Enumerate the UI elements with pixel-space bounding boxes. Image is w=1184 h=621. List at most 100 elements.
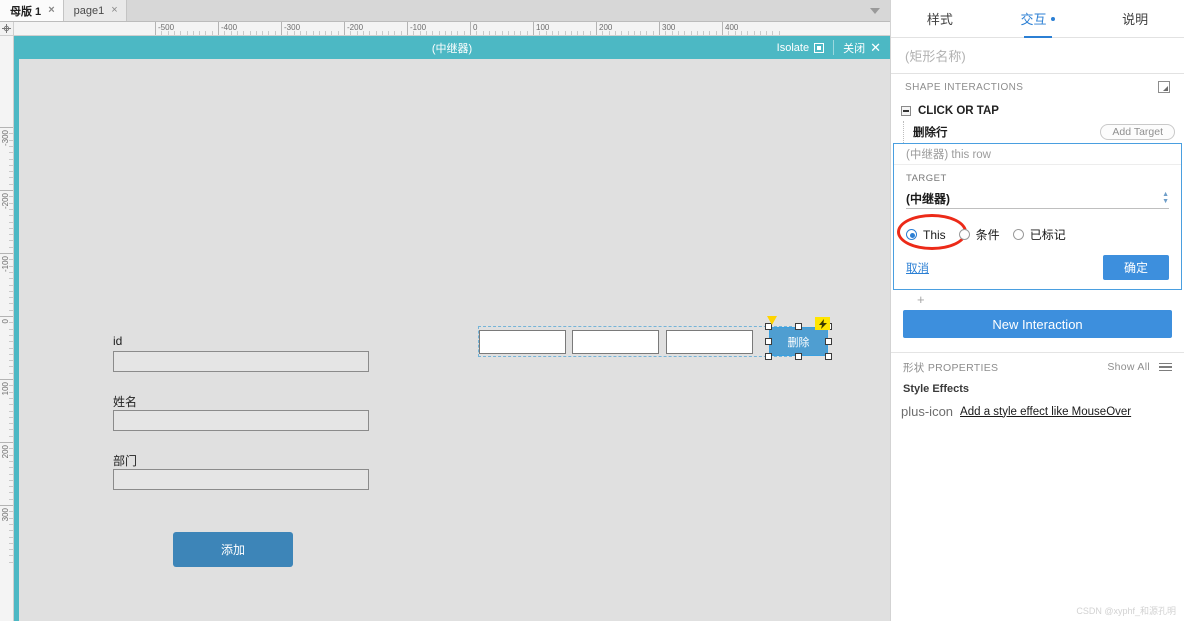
target-summary-text: (中继器) this row (906, 146, 991, 162)
ruler-major-tick (155, 22, 156, 36)
row-scope-radio-group: This 条件 已标记 (906, 226, 1169, 243)
repeater-flag-icon (767, 316, 777, 325)
ruler-major-tick (218, 22, 219, 36)
tab-close-icon[interactable]: × (48, 5, 54, 16)
ruler-major-tick (0, 127, 14, 128)
lightning-bolt-icon[interactable] (815, 317, 830, 330)
radio-condition[interactable]: 条件 (959, 226, 1000, 243)
bolt-glyph (819, 319, 827, 329)
modified-dot-icon (1051, 17, 1055, 21)
radio-this[interactable]: This (906, 228, 946, 242)
action-label: 删除行 (913, 124, 948, 140)
shape-interactions-header: SHAPE INTERACTIONS (891, 74, 1184, 100)
resize-handle-w[interactable] (765, 338, 772, 345)
new-interaction-label: New Interaction (992, 317, 1082, 332)
tab-style[interactable]: 样式 (891, 0, 989, 37)
ruler-label: 100 (536, 23, 549, 32)
collapse-minus-icon[interactable] (901, 106, 911, 116)
ruler-major-tick (596, 22, 597, 36)
action-delete-row[interactable]: 删除行 Add Target (891, 121, 1184, 143)
horizontal-ruler[interactable]: -500-400-300-200-1000100200300400 (14, 22, 890, 36)
target-select-value: (中继器) (906, 190, 950, 207)
repeater-delete-label: 删除 (788, 334, 810, 350)
repeater-delete-button[interactable]: 删除 (769, 327, 828, 356)
shape-properties-title: 形状 PROPERTIES (903, 360, 998, 375)
right-inspector-panel: 样式 交互 说明 (矩形名称) SHAPE INTERACTIONS CLICK… (890, 0, 1184, 621)
tab-label: page1 (74, 5, 105, 17)
ruler-major-tick (344, 22, 345, 36)
chevron-down-icon[interactable] (870, 8, 880, 14)
resize-handle-e[interactable] (825, 338, 832, 345)
resize-handle-s[interactable] (795, 353, 802, 360)
add-style-effect-row[interactable]: plus-icon Add a style effect like MouseO… (891, 395, 1184, 419)
field-input-dept[interactable] (113, 469, 369, 490)
repeater-cell-id[interactable] (479, 330, 566, 354)
target-picker-icon[interactable] (1158, 81, 1170, 93)
field-label-id: id (113, 334, 122, 348)
add-target-button[interactable]: Add Target (1100, 124, 1175, 140)
ruler-major-tick (470, 22, 471, 36)
document-tab-bar: 母版 1 × page1 × (0, 0, 890, 22)
ruler-major-tick (407, 22, 408, 36)
style-effects-label: Style Effects (891, 381, 1184, 395)
new-interaction-button[interactable]: New Interaction (903, 310, 1172, 338)
ruler-label: 200 (1, 445, 10, 458)
radio-marked-label: 已标记 (1030, 226, 1066, 243)
confirm-button[interactable]: 确定 (1103, 255, 1169, 280)
target-select[interactable]: (中继器) ▲ ▼ (906, 188, 1169, 209)
vertical-ruler[interactable]: -300-200-1000100200300 (0, 36, 14, 621)
radio-this-dot-icon (906, 229, 917, 240)
target-summary-row[interactable]: (中继器) this row (894, 144, 1181, 165)
resize-handle-n[interactable] (795, 323, 802, 330)
tab-page1[interactable]: page1 × (64, 0, 127, 21)
resize-handle-sw[interactable] (765, 353, 772, 360)
add-button[interactable]: 添加 (173, 532, 293, 567)
tab-notes[interactable]: 说明 (1086, 0, 1184, 37)
field-input-id[interactable] (113, 351, 369, 372)
ruler-major-tick (0, 316, 14, 317)
ruler-origin-button[interactable] (0, 22, 14, 36)
shape-properties-header: 形状 PROPERTIES Show All (891, 353, 1184, 381)
isolate-icon (814, 43, 824, 53)
tab-interactions-label: 交互 (1021, 9, 1047, 28)
watermark-text: CSDN @xyphf_和源孔明 (1076, 604, 1176, 617)
tab-interactions[interactable]: 交互 (989, 0, 1087, 37)
ruler-major-tick (0, 442, 14, 443)
shape-name-input[interactable]: (矩形名称) (891, 38, 1184, 74)
tab-close-icon[interactable]: × (111, 5, 117, 16)
target-field-label: TARGET (906, 173, 1169, 184)
radio-this-label: This (923, 228, 946, 242)
add-action-button[interactable]: + (891, 290, 1184, 308)
event-label: CLICK OR TAP (918, 105, 999, 117)
stepper-down-icon: ▼ (1162, 199, 1169, 205)
radio-condition-label: 条件 (976, 226, 1000, 243)
stepper-updown-icon[interactable]: ▲ ▼ (1162, 192, 1169, 205)
tab-style-label: 样式 (927, 9, 953, 28)
ruler-major-tick (722, 22, 723, 36)
event-click-or-tap[interactable]: CLICK OR TAP (891, 100, 1184, 121)
repeater-cell-dept[interactable] (666, 330, 753, 354)
add-button-label: 添加 (221, 541, 245, 558)
add-style-effect-label: Add a style effect like MouseOver (960, 406, 1131, 418)
tab-master-1[interactable]: 母版 1 × (0, 0, 64, 21)
isolate-title: (中继器) (14, 40, 890, 56)
field-label-dept: 部门 (113, 452, 137, 469)
field-input-name[interactable] (113, 410, 369, 431)
resize-handle-se[interactable] (825, 353, 832, 360)
radio-marked[interactable]: 已标记 (1013, 226, 1066, 243)
target-config-panel: (中继器) this row TARGET (中继器) ▲ ▼ This (893, 143, 1182, 290)
ruler-label: 200 (599, 23, 612, 32)
ruler-label: 300 (662, 23, 675, 32)
cancel-link[interactable]: 取消 (906, 260, 929, 276)
hamburger-icon[interactable] (1159, 363, 1172, 372)
show-all-button[interactable]: Show All (1107, 361, 1150, 373)
canvas-content[interactable]: id 姓名 部门 添加 删除 (19, 59, 890, 621)
stepper-up-icon: ▲ (1162, 192, 1169, 198)
field-label-name: 姓名 (113, 393, 137, 410)
design-canvas[interactable]: (中继器) Isolate 关闭 ✕ id 姓名 部门 (14, 36, 890, 621)
ruler-major-tick (0, 505, 14, 506)
repeater-cell-name[interactable] (572, 330, 659, 354)
crosshair-icon (2, 24, 11, 33)
radio-condition-dot-icon (959, 229, 970, 240)
ruler-major-tick (0, 379, 14, 380)
